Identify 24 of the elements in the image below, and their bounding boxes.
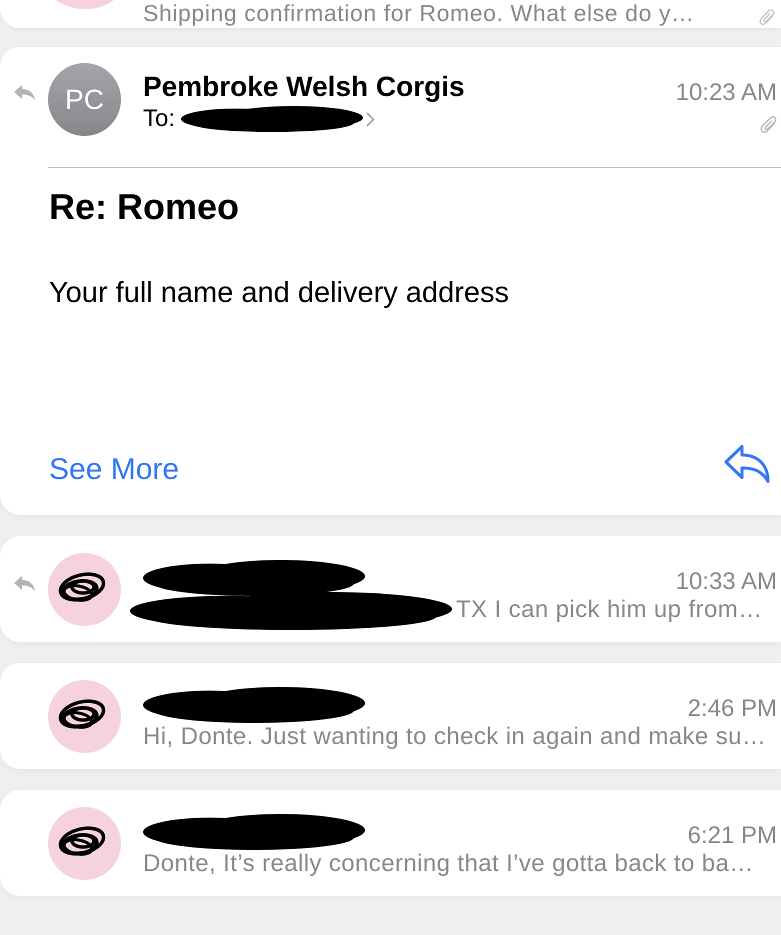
message-time: 2:46 PM — [688, 695, 777, 723]
message-card[interactable]: 6:21 PM Donte, It’s really concerning that I’ve gotta back to ba… — [0, 790, 781, 896]
avatar-icon — [56, 0, 114, 9]
message-time: 6:21 PM — [688, 822, 777, 850]
message-body: Your full name and delivery address — [49, 276, 510, 310]
message-card[interactable]: 2:46 PM Hi, Donte. Just wanting to check in again and make su… — [0, 663, 781, 769]
message-card[interactable]: Shipping confirmation for Romeo. What else do y… — [0, 0, 781, 28]
message-preview: Shipping confirmation for Romeo. What else do y… — [143, 0, 696, 26]
message-preview: Hi, Donte. Just wanting to check in again and make su… — [143, 723, 766, 751]
avatar: PC — [48, 63, 121, 136]
see-more-link[interactable]: See More — [49, 453, 180, 487]
reply-icon[interactable] — [724, 444, 770, 484]
message-time: 10:23 AM — [676, 79, 777, 107]
message-subject: Re: Romeo — [49, 186, 240, 228]
message-preview: TX I can pick him up from… — [456, 596, 762, 624]
avatar-icon — [48, 553, 121, 626]
message-time: 10:33 AM — [676, 568, 777, 596]
recipient-label: To: — [143, 105, 176, 133]
avatar-icon — [48, 807, 121, 880]
message-card[interactable]: 10:33 AM TX I can pick him up from… — [0, 536, 781, 642]
avatar-icon — [48, 680, 121, 753]
sender-name: Pembroke Welsh Corgis — [143, 71, 465, 103]
chevron-icon[interactable] — [366, 112, 376, 126]
message-preview: Donte, It’s really concerning that I’ve gotta back to ba… — [143, 850, 754, 878]
